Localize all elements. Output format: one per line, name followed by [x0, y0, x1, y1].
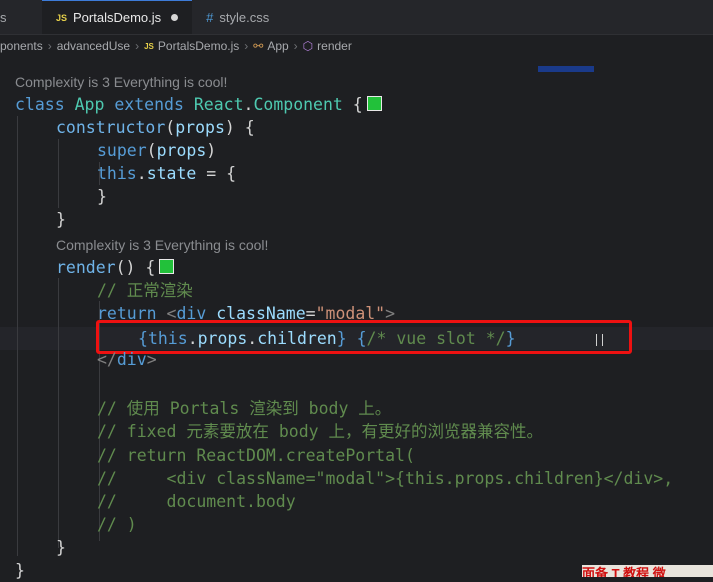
- minimap-marker: [538, 66, 594, 72]
- code-line-7: render() {: [56, 256, 175, 279]
- codelens-complexity[interactable]: Complexity is 3 Everything is cool!: [56, 235, 268, 255]
- breadcrumb-item-components[interactable]: ponents: [0, 39, 43, 53]
- indent-guide: [58, 278, 59, 548]
- tab-bar: s JS PortalsDemo.js # style.css: [0, 0, 713, 35]
- tab-label: PortalsDemo.js: [73, 10, 162, 25]
- code-editor[interactable]: Complexity is 3 Everything is cool! clas…: [0, 58, 713, 580]
- indent-guide: [17, 116, 18, 556]
- code-line-12: // 使用 Portals 渲染到 body 上。: [97, 399, 392, 418]
- breadcrumb-item-app[interactable]: App: [267, 39, 288, 53]
- code-line-6: }: [56, 210, 66, 229]
- code-line-3: super(props): [97, 141, 217, 160]
- color-swatch-icon[interactable]: [159, 259, 175, 274]
- highlight-annotation-box: [96, 320, 632, 354]
- chevron-right-icon: ›: [47, 39, 52, 53]
- code-line-4: this.state = {: [97, 164, 237, 183]
- code-line-14: // return ReactDOM.createPortal(: [97, 446, 415, 465]
- color-swatch-icon[interactable]: [366, 96, 382, 111]
- code-line-1: class App extends React.Component {: [15, 93, 382, 116]
- text-cursor-icon: [596, 334, 603, 346]
- codelens-complexity[interactable]: Complexity is 3 Everything is cool!: [15, 72, 227, 92]
- class-symbol-icon: ⚯: [253, 39, 264, 53]
- breadcrumb: ponents › advancedUse › JS PortalsDemo.j…: [0, 34, 713, 58]
- indent-guide: [58, 139, 59, 208]
- tab-label: s: [0, 9, 7, 25]
- tab-truncated[interactable]: s: [0, 0, 42, 34]
- code-line-18: }: [56, 538, 66, 557]
- code-line-2: constructor(props) {: [56, 118, 255, 137]
- code-line-15: // <div className="modal">{this.props.ch…: [97, 469, 674, 488]
- css-file-icon: #: [206, 9, 214, 25]
- breadcrumb-item-render[interactable]: render: [317, 39, 352, 53]
- code-line-11: </div>: [97, 350, 157, 369]
- code-line-8: // 正常渲染: [97, 281, 193, 300]
- code-line-17: // ): [97, 515, 137, 534]
- unsaved-dot-icon[interactable]: [171, 14, 179, 21]
- code-line-16: // document.body: [97, 492, 296, 511]
- tab-style-css[interactable]: # style.css: [192, 0, 283, 34]
- breadcrumb-item-file[interactable]: PortalsDemo.js: [158, 39, 239, 53]
- watermark-banner: 面备 T 教程 微: [582, 565, 713, 577]
- chevron-right-icon: ›: [244, 39, 249, 53]
- javascript-file-icon: JS: [144, 41, 154, 51]
- javascript-file-icon: JS: [56, 12, 68, 23]
- code-line-19: }: [15, 561, 25, 580]
- chevron-right-icon: ›: [135, 39, 140, 53]
- tab-label: style.css: [219, 9, 270, 25]
- method-cube-icon: ⬡: [302, 39, 314, 53]
- breadcrumb-item-advanceduse[interactable]: advancedUse: [57, 39, 130, 53]
- tab-portals-demo[interactable]: JS PortalsDemo.js: [42, 0, 193, 34]
- chevron-right-icon: ›: [293, 39, 298, 53]
- code-line-5: }: [97, 187, 107, 206]
- code-line-13: // fixed 元素要放在 body 上，有更好的浏览器兼容性。: [97, 422, 544, 441]
